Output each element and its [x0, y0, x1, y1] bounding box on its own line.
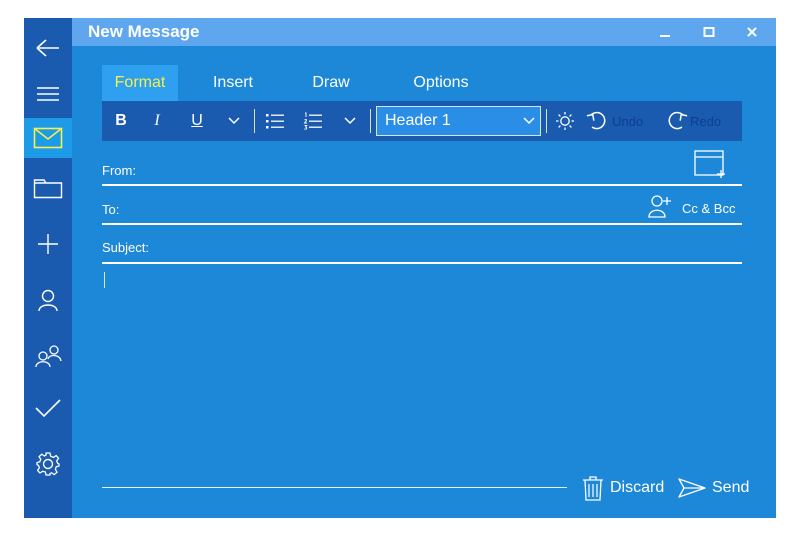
add-person-icon	[648, 195, 671, 218]
tab-format[interactable]: Format	[102, 65, 178, 101]
window-title: New Message	[88, 22, 200, 41]
people-button[interactable]	[24, 336, 72, 376]
tasks-button[interactable]	[24, 388, 72, 428]
to-field[interactable]	[102, 196, 642, 222]
mail-compose-window: New Message Format Insert Draw Options B…	[24, 18, 776, 518]
sun-icon	[556, 112, 574, 130]
attachment-icon	[694, 150, 725, 178]
folder-button[interactable]	[24, 168, 72, 208]
redo-label: Redo	[690, 113, 722, 129]
close-icon	[747, 27, 757, 37]
mail-icon	[33, 127, 63, 149]
toolbar-divider	[254, 109, 255, 133]
tab-draw[interactable]: Draw	[296, 65, 366, 101]
undo-label: Undo	[612, 113, 644, 129]
sidebar	[24, 18, 72, 518]
hamburger-menu-icon	[37, 87, 59, 101]
settings-button[interactable]	[24, 444, 72, 484]
undo-button[interactable]: Undo	[586, 101, 656, 141]
subject-field[interactable]	[102, 234, 742, 262]
send-icon	[678, 478, 706, 498]
bullet-list-button[interactable]	[262, 101, 288, 141]
title-bar: New Message	[72, 18, 776, 46]
redo-button[interactable]: Redo	[664, 101, 736, 141]
bullet-list-icon	[266, 114, 284, 129]
trash-icon	[583, 476, 603, 501]
checkmark-icon	[35, 399, 61, 418]
discard-button[interactable]: Discard	[582, 473, 664, 503]
tab-insert[interactable]: Insert	[196, 65, 270, 101]
new-button[interactable]	[24, 224, 72, 264]
brightness-button[interactable]	[552, 101, 578, 141]
chevron-down-icon	[228, 117, 240, 125]
chevron-down-icon	[344, 117, 356, 125]
close-button[interactable]	[739, 21, 765, 43]
minimize-button[interactable]	[652, 21, 678, 43]
gear-icon	[36, 452, 60, 476]
plus-icon	[38, 234, 58, 254]
numbered-list-icon	[303, 112, 322, 130]
folder-icon	[33, 179, 63, 199]
text-cursor	[104, 272, 105, 288]
message-body-editor[interactable]	[102, 268, 742, 478]
toolbar-divider	[370, 109, 371, 133]
people-icon	[35, 345, 62, 368]
chevron-down-icon	[523, 107, 535, 145]
redo-icon	[668, 111, 688, 130]
paragraph-style-value: Header 1	[385, 112, 451, 129]
maximize-icon	[703, 27, 715, 37]
maximize-button[interactable]	[696, 21, 722, 43]
bold-button[interactable]: B	[110, 101, 132, 141]
to-field-line	[102, 223, 742, 225]
format-toolbar: B I U Header 1 Undo Redo	[102, 101, 742, 141]
font-options-dropdown[interactable]	[224, 101, 244, 141]
undo-icon	[586, 111, 606, 130]
attach-button[interactable]	[694, 150, 728, 178]
from-field[interactable]	[102, 158, 682, 184]
from-field-line	[102, 184, 742, 186]
add-contact-button[interactable]	[648, 194, 672, 218]
person-button[interactable]	[24, 280, 72, 320]
minimize-icon	[660, 35, 670, 37]
back-button[interactable]	[24, 28, 72, 68]
footer-divider	[102, 487, 567, 488]
paragraph-style-select[interactable]: Header 1	[376, 106, 541, 136]
back-arrow-icon	[36, 39, 59, 57]
italic-button[interactable]: I	[146, 101, 168, 141]
cc-bcc-button[interactable]: Cc & Bcc	[682, 201, 735, 216]
send-button[interactable]: Send	[678, 473, 749, 503]
toolbar-divider	[546, 109, 547, 133]
numbered-list-button[interactable]	[300, 101, 326, 141]
menu-button[interactable]	[24, 74, 72, 114]
tab-options[interactable]: Options	[396, 65, 486, 101]
discard-label: Discard	[610, 479, 665, 496]
send-label: Send	[712, 479, 750, 496]
underline-button[interactable]: U	[186, 101, 208, 141]
person-icon	[38, 289, 58, 312]
subject-field-line	[102, 262, 742, 264]
mail-button[interactable]	[24, 118, 72, 158]
list-options-dropdown[interactable]	[340, 101, 360, 141]
